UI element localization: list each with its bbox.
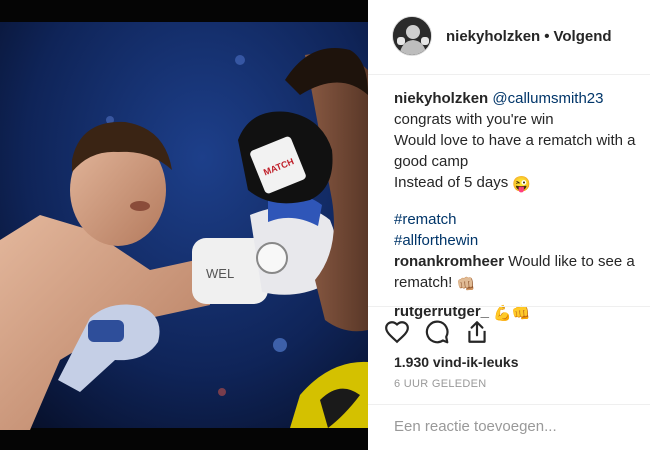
comment-item: ronankromheer Would like to see a: [394, 251, 646, 272]
post-username[interactable]: niekyholzken: [446, 28, 540, 45]
hashtag-link[interactable]: #allforthewin: [394, 230, 646, 251]
separator-dot: •: [544, 28, 550, 45]
header-title: niekyholzken • Volgend: [446, 28, 612, 45]
post-details-panel: niekyholzken • Volgend niekyholzken @callu…: [368, 0, 650, 450]
boxing-match-photo: WEL MATCH: [0, 0, 368, 450]
comments-section: niekyholzken @callumsmith23 congrats wit…: [394, 88, 646, 324]
add-comment-bar: [368, 404, 650, 451]
winking-tongue-emoji-icon: 😜: [512, 176, 532, 193]
caption-line: Would love to have a rematch with a: [394, 132, 636, 149]
caption-line: Instead of 5 days: [394, 174, 509, 191]
post-photo[interactable]: WEL MATCH: [0, 0, 368, 450]
avatar-image: [393, 17, 431, 55]
action-bar: [368, 306, 650, 344]
avatar[interactable]: [392, 16, 432, 56]
caption-line-with-emoji: Instead of 5 days 😜: [394, 172, 646, 195]
comment-icon[interactable]: [424, 319, 450, 345]
heart-icon[interactable]: [384, 319, 410, 345]
comment-text: rematch!: [394, 274, 453, 291]
caption-mention[interactable]: @callumsmith23: [492, 90, 603, 107]
post-header: niekyholzken • Volgend: [368, 0, 650, 75]
comment-item-continued: rematch! 👊🏼: [394, 272, 646, 295]
fist-emoji-icon: 👊🏼: [456, 276, 476, 293]
comment-username[interactable]: ronankromheer: [394, 253, 504, 270]
post-timestamp: 6 UUR GELEDEN: [394, 378, 487, 390]
hashtag-link[interactable]: #rematch: [394, 209, 646, 230]
like-count[interactable]: 1.930 vind-ik-leuks: [394, 354, 519, 370]
share-icon[interactable]: [464, 319, 490, 345]
caption-line: congrats with you're win: [394, 111, 554, 128]
svg-text:WEL: WEL: [206, 266, 234, 281]
follow-status-button[interactable]: Volgend: [553, 28, 611, 45]
caption-line: good camp: [394, 153, 469, 170]
caption-username[interactable]: niekyholzken: [394, 90, 488, 107]
add-comment-input[interactable]: [392, 417, 636, 436]
caption-first-line: niekyholzken @callumsmith23: [394, 88, 646, 109]
comment-text: Would like to see a: [508, 253, 635, 270]
